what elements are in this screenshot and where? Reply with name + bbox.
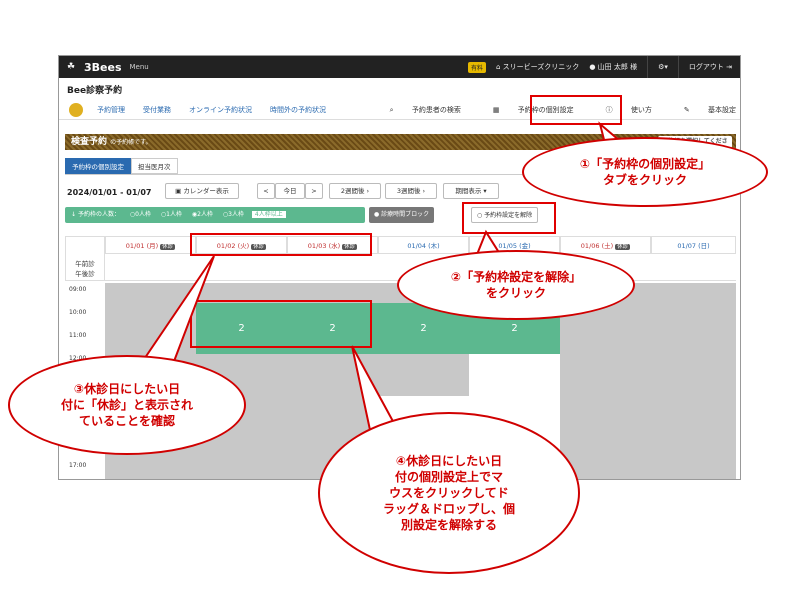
callout-step-4: ④休診日にしたい日 付の個別設定上でマ ウスをクリックしてド ラッグ＆ドロップし… [318,412,580,574]
callout-step-1: ①「予約枠の個別設定」 タブをクリック [522,137,768,207]
callout-step-3: ③休診日にしたい日 付に「休診」と表示され ていることを確認 [8,355,246,455]
callout-step-2: ②「予約枠設定を解除」 をクリック [397,250,635,320]
